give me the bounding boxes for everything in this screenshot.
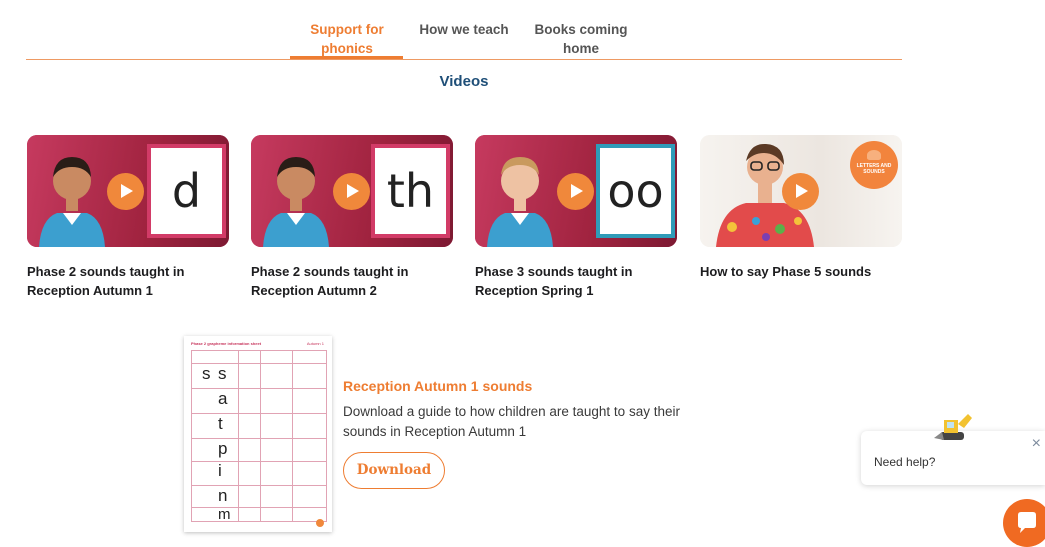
chat-button[interactable] <box>1003 499 1045 547</box>
video-thumbnail[interactable]: th <box>251 135 453 247</box>
guide-logo-dot <box>316 519 324 527</box>
digger-mascot-icon <box>934 414 972 440</box>
tab-label-line1: How we teach <box>419 22 509 37</box>
sound-flashcard: d <box>147 144 226 238</box>
help-text: Need help? <box>874 455 936 469</box>
guide-header: Phase 2 grapheme information sheet <box>191 341 262 346</box>
video-thumbnail[interactable]: oo <box>475 135 677 247</box>
download-description: Download a guide to how children are tau… <box>343 404 680 439</box>
chat-bubble-icon <box>1018 512 1036 533</box>
tab-label-line1: Books coming <box>534 22 628 37</box>
guide-letter: t <box>218 414 223 433</box>
video-title[interactable]: Phase 3 sounds taught in Reception Sprin… <box>475 262 677 300</box>
video-title[interactable]: Phase 2 sounds taught in Reception Autum… <box>27 262 229 300</box>
child-figure <box>39 157 105 247</box>
video-title[interactable]: How to say Phase 5 sounds <box>700 262 902 281</box>
phonics-tabs: Support for phonics How we teach Books c… <box>26 0 902 61</box>
guide-thumbnail[interactable]: Phase 2 grapheme information sheet Autum… <box>184 336 332 532</box>
tab-support-for-phonics[interactable]: Support for phonics <box>297 20 397 58</box>
sound-flashcard: oo <box>596 144 675 238</box>
tabs-divider <box>26 59 902 60</box>
guide-grid: s s a t p i n m <box>191 350 327 523</box>
video-card: LETTERS AND SOUNDS How to say Phase 5 sou… <box>700 135 902 281</box>
section-title: Videos <box>439 73 489 90</box>
tab-label-line2: home <box>562 41 599 56</box>
download-button[interactable]: Download <box>343 452 445 489</box>
guide-letter: i <box>218 461 222 480</box>
child-figure <box>487 157 553 247</box>
guide-term: Autumn 1 <box>306 341 324 346</box>
video-thumbnail[interactable]: LETTERS AND SOUNDS <box>700 135 902 247</box>
guide-letter: m <box>218 506 231 523</box>
video-card: d Phase 2 sounds taught in Reception Aut… <box>27 135 229 300</box>
video-card: th Phase 2 sounds taught in Reception Au… <box>251 135 453 300</box>
video-thumbnail[interactable]: d <box>27 135 229 247</box>
video-card: oo Phase 3 sounds taught in Reception Sp… <box>475 135 677 300</box>
guide-letter: n <box>218 486 228 505</box>
play-icon[interactable] <box>333 173 370 210</box>
sound-flashcard: th <box>371 144 450 238</box>
guide-letter: s <box>202 364 211 383</box>
download-title: Reception Autumn 1 sounds <box>343 378 533 394</box>
tab-label-line1: Support for <box>310 22 384 37</box>
guide-letter: s <box>218 364 227 383</box>
letters-and-sounds-logo: LETTERS AND SOUNDS <box>850 141 898 189</box>
play-icon[interactable] <box>107 173 144 210</box>
tab-books-coming-home[interactable]: Books coming home <box>528 20 634 58</box>
guide-letter: a <box>218 389 228 408</box>
tab-how-we-teach[interactable]: How we teach <box>410 20 518 39</box>
child-figure <box>263 157 329 247</box>
play-icon[interactable] <box>782 173 819 210</box>
play-icon[interactable] <box>557 173 594 210</box>
guide-letter: p <box>218 439 228 458</box>
video-title[interactable]: Phase 2 sounds taught in Reception Autum… <box>251 262 453 300</box>
close-icon[interactable]: × <box>1032 435 1041 453</box>
